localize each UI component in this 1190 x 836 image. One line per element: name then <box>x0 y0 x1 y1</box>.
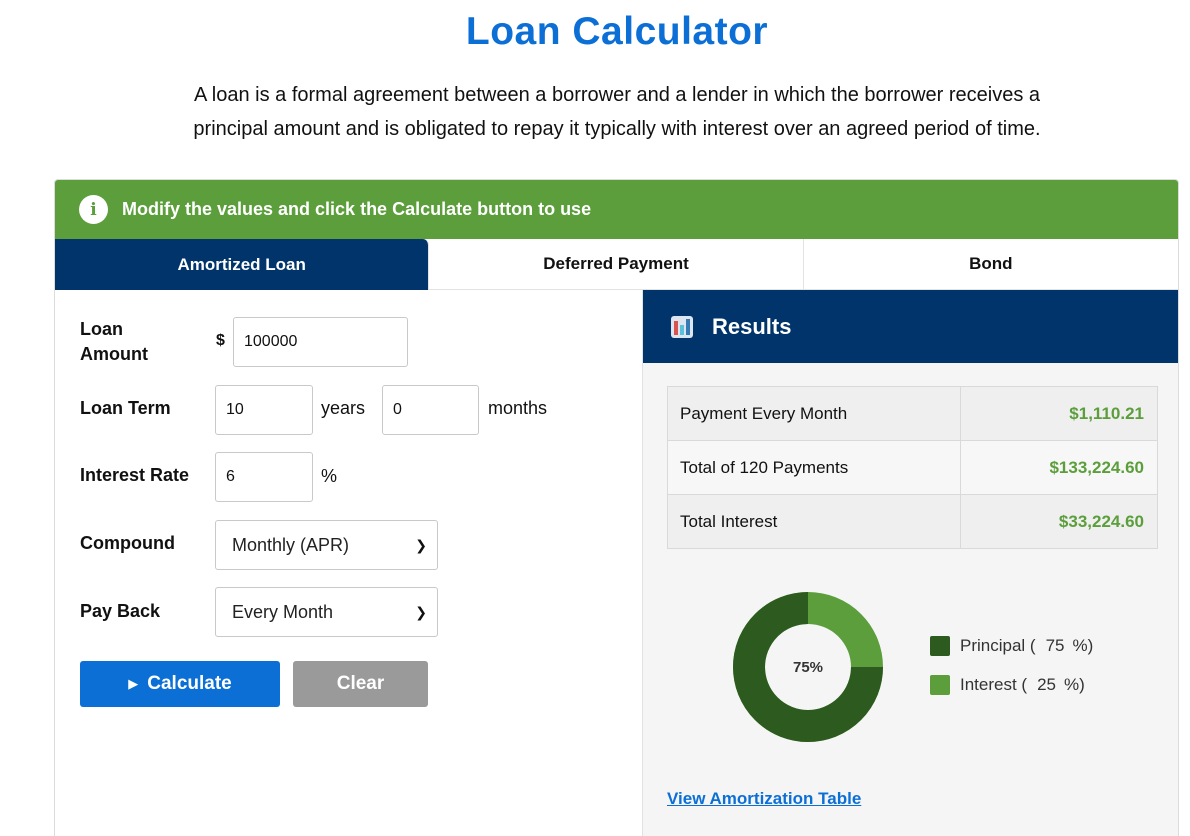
page-title: Loan Calculator <box>465 10 769 53</box>
months-unit: months <box>488 398 548 418</box>
result-value: $33,224.60 <box>960 494 1158 549</box>
loan-term-years-input[interactable]: 10 <box>215 385 313 435</box>
legend-interest-pct: 25 <box>1037 675 1057 694</box>
clear-button[interactable]: Clear <box>293 661 428 707</box>
legend-principal-pct: 75 <box>1045 636 1065 655</box>
calculator-card: i Modify the values and click the Calcul… <box>54 179 1179 836</box>
result-value: $1,110.21 <box>960 386 1158 441</box>
results-title: Results <box>712 313 792 339</box>
legend-interest-prefix: Interest ( <box>960 675 1028 694</box>
compound-selected-value: Monthly (APR) <box>232 534 350 555</box>
currency-symbol: $ <box>216 332 225 349</box>
results-header: Results <box>643 290 1178 363</box>
loan-term-months-input[interactable]: 0 <box>382 385 479 435</box>
result-value: $133,224.60 <box>960 440 1158 495</box>
loan-amount-input[interactable]: 100000 <box>233 317 408 367</box>
tab-amortized-loan[interactable]: Amortized Loan <box>55 239 430 290</box>
results-table: Payment Every Month $1,110.21 Total of 1… <box>667 386 1158 549</box>
interest-rate-label: Interest Rate <box>80 465 190 485</box>
result-label: Total of 120 Payments <box>667 440 961 495</box>
interest-rate-input[interactable]: 6 <box>215 452 313 502</box>
percent-unit: % <box>321 466 338 486</box>
loan-amount-label-line-2: Amount <box>80 344 148 364</box>
table-row: Total Interest $33,224.60 <box>667 494 1158 549</box>
calculate-label: Calculate <box>147 673 232 694</box>
chevron-down-icon: ❯ <box>415 537 427 553</box>
result-label: Total Interest <box>667 494 961 549</box>
donut-chart: 75% <box>733 592 883 742</box>
payback-select[interactable]: Every Month ❯ <box>215 587 438 637</box>
calculate-button[interactable]: ▶ Calculate <box>80 661 280 707</box>
intro-text: A loan is a formal agreement between a b… <box>120 78 1114 146</box>
chevron-down-icon: ❯ <box>415 604 427 620</box>
banner-text: Modify the values and click the Calculat… <box>122 199 592 219</box>
table-row: Payment Every Month $1,110.21 <box>667 386 1158 441</box>
donut-center-label: 75% <box>792 658 824 676</box>
info-banner: i Modify the values and click the Calcul… <box>55 180 1178 239</box>
info-icon: i <box>79 195 108 224</box>
table-row: Total of 120 Payments $133,224.60 <box>667 440 1158 495</box>
bar-chart-icon <box>671 315 693 338</box>
result-label: Payment Every Month <box>667 386 961 441</box>
legend-item-principal: Principal ( 75 %) <box>930 636 1093 656</box>
intro-line-1: A loan is a formal agreement between a b… <box>193 84 1040 106</box>
legend-principal-prefix: Principal ( <box>960 636 1036 655</box>
compound-select[interactable]: Monthly (APR) ❯ <box>215 520 438 570</box>
legend-swatch-interest <box>930 675 950 695</box>
intro-line-2: principal amount and is obligated to rep… <box>193 118 1041 140</box>
compound-label: Compound <box>80 533 175 553</box>
legend-item-interest: Interest ( 25 %) <box>930 675 1093 695</box>
legend-interest-suffix: %) <box>1064 675 1085 694</box>
loan-amount-label: Loan Amount <box>80 317 148 367</box>
legend-principal-suffix: %) <box>1072 636 1094 655</box>
payback-selected-value: Every Month <box>232 601 334 622</box>
loan-form: Loan Amount $ 100000 Loan Term 10 years … <box>55 290 642 836</box>
results-panel: Results Payment Every Month $1,110.21 To… <box>642 290 1178 836</box>
tab-bar: Amortized Loan Deferred Payment Bond <box>55 239 1178 290</box>
view-amortization-table-link[interactable]: View Amortization Table <box>667 789 861 809</box>
legend-swatch-principal <box>930 636 950 656</box>
play-icon: ▶ <box>128 676 139 691</box>
years-unit: years <box>321 398 366 418</box>
chart-legend: Principal ( 75 %) Interest ( 25 %) <box>930 636 1093 714</box>
loan-term-label: Loan Term <box>80 398 171 418</box>
tab-bond[interactable]: Bond <box>803 239 1178 290</box>
loan-amount-label-line-1: Loan <box>80 319 123 339</box>
payback-label: Pay Back <box>80 601 161 621</box>
tab-deferred-payment[interactable]: Deferred Payment <box>429 239 804 290</box>
